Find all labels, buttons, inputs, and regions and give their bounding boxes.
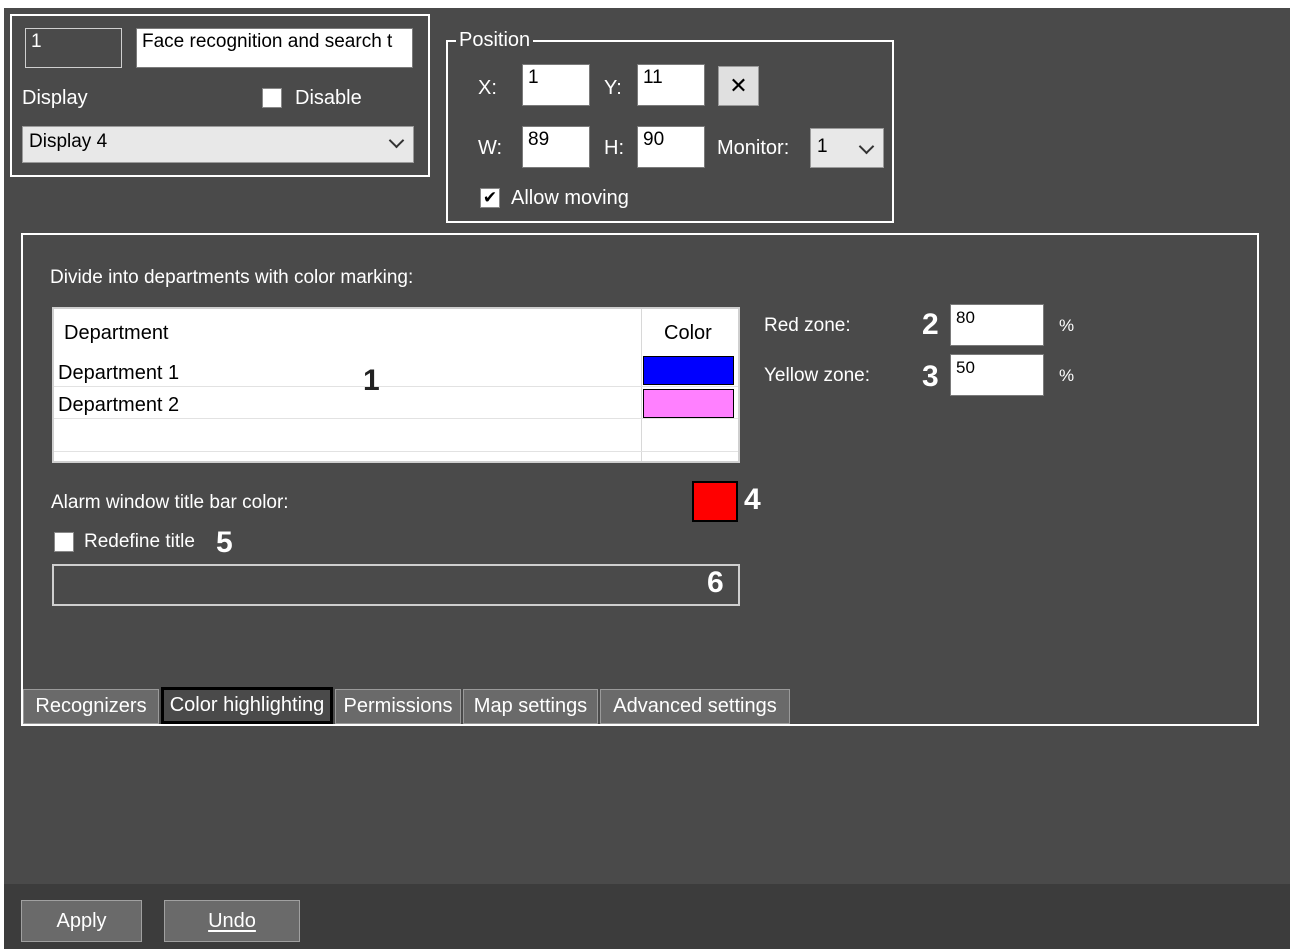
position-title: Position xyxy=(456,28,534,52)
display-label: Display xyxy=(22,87,88,109)
redefine-title-label: Redefine title xyxy=(84,531,195,552)
yellow-zone-label: Yellow zone: xyxy=(764,365,870,386)
allow-moving-checkbox[interactable]: ✔ xyxy=(480,188,500,208)
redefine-title-checkbox[interactable] xyxy=(54,532,74,552)
allow-moving-label: Allow moving xyxy=(511,187,629,209)
tab-color-highlighting[interactable]: Color highlighting xyxy=(161,687,333,724)
x-input[interactable]: 1 xyxy=(522,64,590,106)
yellow-zone-percent: % xyxy=(1059,366,1075,385)
table-row-line xyxy=(54,418,738,419)
disable-label: Disable xyxy=(295,87,362,109)
h-label: H: xyxy=(604,137,624,159)
table-header-divider xyxy=(641,309,642,461)
undo-button[interactable]: Undo xyxy=(164,900,300,942)
department-2-color-swatch[interactable] xyxy=(643,389,734,418)
w-input[interactable]: 89 xyxy=(522,126,590,168)
tab-permissions[interactable]: Permissions xyxy=(335,689,461,724)
h-input[interactable]: 90 xyxy=(637,126,705,168)
yellow-zone-input[interactable]: 50 xyxy=(950,354,1044,396)
tab-map-settings[interactable]: Map settings xyxy=(463,689,598,724)
department-1-color-swatch[interactable] xyxy=(643,356,734,385)
red-zone-input[interactable]: 80 xyxy=(950,304,1044,346)
table-row-department[interactable]: Department 2 xyxy=(58,393,179,417)
red-zone-label: Red zone: xyxy=(764,315,851,336)
color-column-header[interactable]: Color xyxy=(664,321,712,345)
department-column-header[interactable]: Department xyxy=(64,321,169,345)
y-label: Y: xyxy=(604,77,622,99)
display-select-value: Display 4 xyxy=(29,131,108,152)
red-zone-percent: % xyxy=(1059,316,1075,335)
display-select[interactable]: Display 4 xyxy=(22,126,414,163)
tab-advanced-settings[interactable]: Advanced settings xyxy=(600,689,790,724)
callout-5: 5 xyxy=(216,526,233,559)
callout-4: 4 xyxy=(744,483,761,516)
monitor-select-value: 1 xyxy=(817,136,828,157)
table-row-department[interactable]: Department 1 xyxy=(58,361,179,385)
callout-2: 2 xyxy=(922,308,939,341)
y-input[interactable]: 11 xyxy=(637,64,705,106)
close-icon: ✕ xyxy=(729,73,748,98)
clear-position-button[interactable]: ✕ xyxy=(718,66,759,106)
departments-heading: Divide into departments with color marki… xyxy=(50,267,414,288)
table-row-line xyxy=(54,386,738,387)
title-input[interactable] xyxy=(52,564,740,606)
w-label: W: xyxy=(478,137,503,159)
window-name-input[interactable]: Face recognition and search t xyxy=(136,28,413,68)
table-row-line xyxy=(54,451,738,452)
callout-6: 6 xyxy=(707,566,724,599)
disable-checkbox[interactable] xyxy=(262,88,282,108)
callout-1: 1 xyxy=(363,364,380,397)
alarm-title-color-label: Alarm window title bar color: xyxy=(51,492,289,513)
alarm-title-color-swatch[interactable] xyxy=(692,481,738,522)
monitor-label: Monitor: xyxy=(717,137,790,159)
window-id-input[interactable]: 1 xyxy=(25,28,122,68)
check-icon: ✔ xyxy=(482,188,498,207)
x-label: X: xyxy=(478,77,497,99)
tab-recognizers[interactable]: Recognizers xyxy=(23,689,159,724)
monitor-select[interactable]: 1 xyxy=(810,128,884,168)
callout-3: 3 xyxy=(922,360,939,393)
apply-button[interactable]: Apply xyxy=(21,900,142,942)
